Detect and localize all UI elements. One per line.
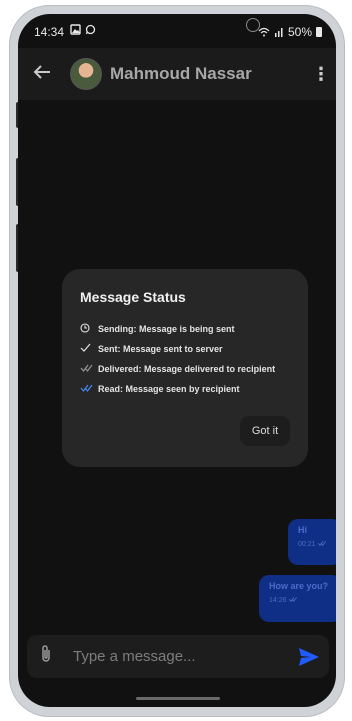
whatsapp-icon <box>85 24 96 35</box>
avatar[interactable] <box>70 58 102 90</box>
chat-header: Mahmoud Nassar ⋮ <box>18 48 336 100</box>
signal-icon <box>274 28 283 37</box>
status-row-read: Read: Message seen by recipient <box>80 379 290 399</box>
app-screen: 14:34 50% Mahmoud Nassar ⋮ Message Statu… <box>18 14 336 707</box>
back-arrow-icon[interactable] <box>18 63 66 86</box>
message-time: 00:21 <box>298 541 316 548</box>
home-indicator[interactable] <box>136 697 220 700</box>
message-composer <box>27 635 329 678</box>
double-check-icon <box>318 541 327 547</box>
send-icon[interactable] <box>289 647 329 667</box>
message-time: 14:26 <box>269 597 287 604</box>
message-bubble-outgoing[interactable]: How are you? 14:26 <box>259 575 336 622</box>
status-bar: 14:34 50% <box>18 14 336 48</box>
status-right-icons: 50% <box>258 25 322 39</box>
message-status-dialog: Message Status Sending: Message is being… <box>62 269 308 467</box>
double-check-gray-icon <box>80 363 98 375</box>
status-row-label: Sent: Message sent to server <box>98 344 223 354</box>
single-check-icon <box>80 343 98 355</box>
dialog-title: Message Status <box>80 289 186 305</box>
message-text: How are you? <box>269 581 329 591</box>
got-it-button[interactable]: Got it <box>240 416 290 446</box>
message-bubble-outgoing[interactable]: Hi 00:21 <box>288 519 336 565</box>
status-time: 14:34 <box>34 25 65 39</box>
attachment-icon[interactable] <box>27 644 65 669</box>
message-meta: 14:26 <box>269 596 332 604</box>
contact-name[interactable]: Mahmoud Nassar <box>110 64 306 84</box>
status-row-delivered: Delivered: Message delivered to recipien… <box>80 359 290 379</box>
battery-icon <box>316 27 322 37</box>
wifi-icon <box>258 27 270 37</box>
status-row-label: Read: Message seen by recipient <box>98 384 240 394</box>
status-left-icons <box>70 24 96 35</box>
message-input[interactable] <box>65 648 289 665</box>
status-row-sending: Sending: Message is being sent <box>80 319 290 339</box>
clock-icon <box>80 322 98 336</box>
more-options-icon[interactable]: ⋮ <box>306 64 336 85</box>
double-check-icon <box>289 597 298 603</box>
double-check-blue-icon <box>80 383 98 395</box>
message-meta: 00:21 <box>298 540 332 548</box>
battery-percent: 50% <box>287 25 312 39</box>
status-row-label: Sending: Message is being sent <box>98 324 235 334</box>
status-row-sent: Sent: Message sent to server <box>80 339 290 359</box>
image-notification-icon <box>70 24 81 35</box>
status-row-label: Delivered: Message delivered to recipien… <box>98 364 276 374</box>
message-text: Hi <box>298 525 307 535</box>
